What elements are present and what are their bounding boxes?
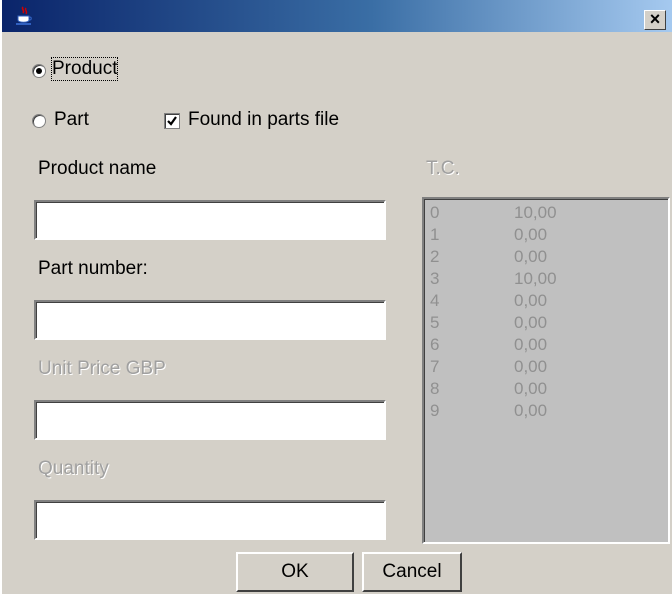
tc-index: 1	[430, 225, 440, 244]
tc-value: 0,00	[514, 313, 548, 332]
tc-index: 4	[430, 291, 440, 310]
found-in-parts-checkbox[interactable]	[164, 113, 180, 129]
list-item[interactable]: 1 0,00	[430, 225, 660, 247]
tc-index: 8	[430, 379, 440, 398]
part-radio-label[interactable]: Part	[54, 109, 89, 131]
ok-button[interactable]: OK	[236, 552, 354, 592]
list-item[interactable]: 3 10,00	[430, 269, 660, 291]
tc-index: 6	[430, 335, 440, 354]
tc-value: 0,00	[514, 247, 548, 266]
tc-list[interactable]: 0 10,00 1 0,00 2 0,00 3 10,00 4 0,00 5 0,00 60…	[422, 197, 670, 544]
list-item[interactable]: 5 0,00	[430, 313, 660, 335]
tc-index: 3	[430, 269, 440, 288]
checkmark-icon	[167, 116, 177, 126]
tc-value: 0,00	[514, 401, 548, 420]
close-button[interactable]: ×	[644, 10, 666, 30]
dialog-window: × Product Part Found in parts file Produ…	[0, 0, 672, 594]
tc-value: 0,00	[514, 225, 548, 244]
found-in-parts-label[interactable]: Found in parts file	[188, 109, 339, 131]
list-item[interactable]: 9 0,00	[430, 401, 660, 423]
quantity-label: Quantity	[38, 458, 109, 479]
list-item[interactable]: 7 0,00	[430, 357, 660, 379]
unit-price-label: Unit Price GBP	[38, 358, 166, 379]
tc-index: 9	[430, 401, 440, 420]
tc-value: 0,00	[514, 357, 548, 376]
product-name-label: Product name	[38, 158, 157, 179]
part-number-label: Part number:	[38, 258, 148, 279]
list-item[interactable]: 0 10,00	[430, 203, 660, 225]
part-radio[interactable]	[32, 114, 46, 128]
tc-value: 10,00	[514, 269, 557, 288]
tc-value: 0,00	[514, 335, 548, 354]
tc-index: 0	[430, 203, 440, 222]
close-icon: ×	[649, 9, 661, 29]
list-item[interactable]: 6 0,00	[430, 335, 660, 357]
radio-selected-dot	[36, 68, 42, 74]
product-name-input[interactable]	[34, 200, 386, 240]
cancel-button[interactable]: Cancel	[362, 552, 462, 592]
list-item[interactable]: 2 0,00	[430, 247, 660, 269]
title-bar[interactable]: ×	[2, 0, 672, 32]
tc-label: T.C.	[426, 158, 460, 179]
java-cup-icon	[16, 6, 32, 25]
part-number-input[interactable]	[34, 300, 386, 340]
unit-price-input[interactable]	[34, 400, 386, 440]
quantity-input[interactable]	[34, 500, 386, 540]
tc-index: 7	[430, 357, 440, 376]
list-item[interactable]: 4 0,00	[430, 291, 660, 313]
product-radio-label[interactable]: Product	[50, 57, 119, 81]
tc-index: 5	[430, 313, 440, 332]
tc-index: 2	[430, 247, 440, 266]
tc-value: 0,00	[514, 291, 548, 310]
tc-value: 10,00	[514, 203, 557, 222]
tc-value: 0,00	[514, 379, 548, 398]
list-item[interactable]: 8 0,00	[430, 379, 660, 401]
product-radio[interactable]	[32, 64, 46, 78]
